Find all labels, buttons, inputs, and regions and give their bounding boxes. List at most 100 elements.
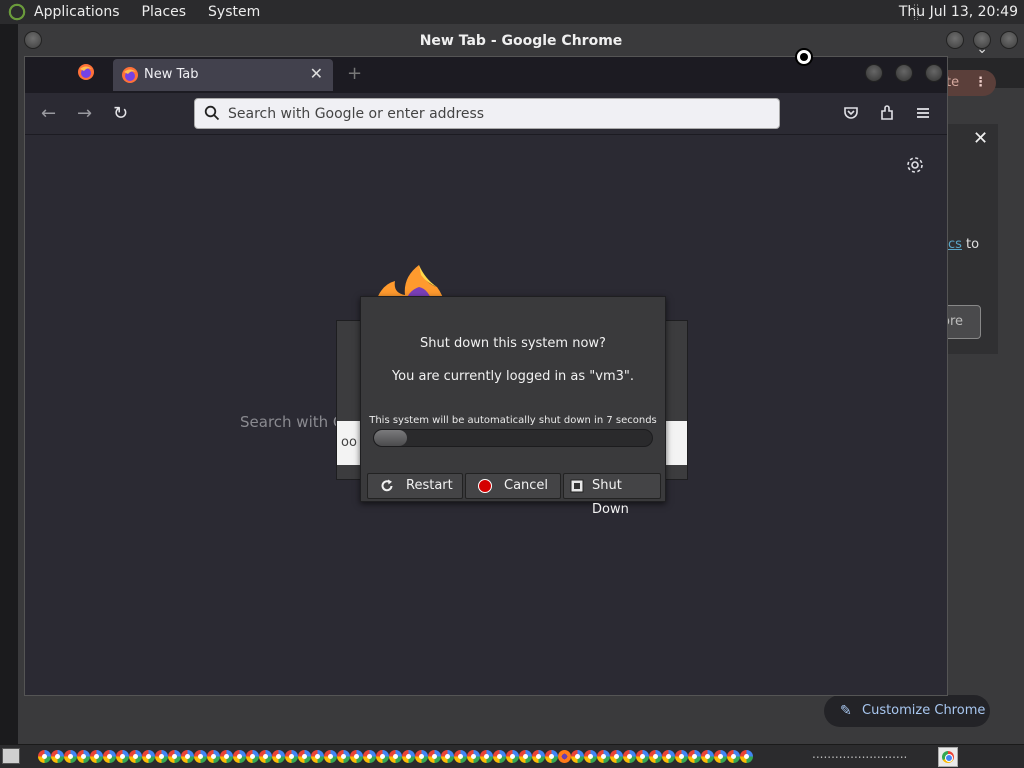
taskbar-chrome-icon[interactable] [155, 750, 168, 763]
taskbar-chrome-icon[interactable] [129, 750, 142, 763]
taskbar-chrome-icon[interactable] [376, 750, 389, 763]
taskbar-chrome-icon[interactable] [662, 750, 675, 763]
taskbar-chrome-icon[interactable] [116, 750, 129, 763]
taskbar-firefox-icon[interactable] [558, 750, 571, 763]
ff-minimize-button[interactable] [865, 64, 883, 82]
taskbar-chrome-icon[interactable] [389, 750, 402, 763]
taskbar-chrome-icon[interactable] [506, 750, 519, 763]
taskbar-chrome-icon[interactable] [337, 750, 350, 763]
taskbar-chrome-icon[interactable] [454, 750, 467, 763]
system-menu[interactable]: System [208, 4, 260, 20]
pocket-icon[interactable] [841, 103, 861, 123]
firefox-toolbar: ← → ↻ Search with Google or enter addres… [25, 93, 947, 135]
taskbar-chrome-icon[interactable] [649, 750, 662, 763]
side-panel-close-icon[interactable]: ✕ [973, 128, 988, 149]
taskbar-chrome-icon[interactable] [480, 750, 493, 763]
forward-arrow-icon[interactable]: → [77, 103, 92, 124]
window-list-overflow: ......................... [812, 747, 908, 761]
taskbar-chrome-icon[interactable] [597, 750, 610, 763]
address-bar[interactable]: Search with Google or enter address [194, 98, 780, 129]
shutdown-label: Shut Down [592, 478, 629, 517]
restart-button[interactable]: Restart [367, 473, 463, 499]
taskbar-chrome-icon[interactable] [220, 750, 233, 763]
window-menu-button[interactable] [24, 31, 42, 49]
mouse-cursor-icon [795, 48, 813, 66]
taskbar-chrome-icon[interactable] [610, 750, 623, 763]
taskbar-chrome-icon[interactable] [194, 750, 207, 763]
customize-chrome-button[interactable]: ✎ Customize Chrome [824, 695, 990, 727]
taskbar-chrome-icon[interactable] [181, 750, 194, 763]
chrome-window-title: New Tab - Google Chrome [419, 33, 623, 49]
side-panel-link[interactable]: cs [948, 237, 962, 252]
taskbar-chrome-icon[interactable] [402, 750, 415, 763]
ff-maximize-button[interactable] [895, 64, 913, 82]
taskbar-chrome-icon[interactable] [142, 750, 155, 763]
shutdown-button[interactable]: Shut Down [563, 473, 661, 517]
taskbar-chrome-icon[interactable] [688, 750, 701, 763]
taskbar-chrome-icon[interactable] [740, 750, 753, 763]
taskbar-chrome-icon[interactable] [623, 750, 636, 763]
taskbar-chrome-icon[interactable] [298, 750, 311, 763]
show-desktop-icon[interactable] [2, 748, 20, 764]
taskbar-chrome-icon[interactable] [532, 750, 545, 763]
taskbar-chrome-icon[interactable] [233, 750, 246, 763]
back-arrow-icon[interactable]: ← [41, 103, 56, 124]
taskbar-chrome-icon[interactable] [701, 750, 714, 763]
firefox-pinned-tab-icon[interactable] [77, 63, 95, 81]
taskbar-chrome-icon[interactable] [467, 750, 480, 763]
close-window-button[interactable] [1000, 31, 1018, 49]
taskbar-chrome-icon[interactable] [493, 750, 506, 763]
ff-close-button[interactable] [925, 64, 943, 82]
taskbar-chrome-icon[interactable] [636, 750, 649, 763]
taskbar-chrome-icon[interactable] [428, 750, 441, 763]
taskbar-chrome-icon[interactable] [571, 750, 584, 763]
taskbar-chrome-icon[interactable] [259, 750, 272, 763]
minimize-button[interactable] [946, 31, 964, 49]
places-menu[interactable]: Places [142, 4, 187, 20]
taskbar-chrome-icon[interactable] [90, 750, 103, 763]
clock[interactable]: Thu Jul 13, 20:49 [899, 4, 1018, 20]
tab-search-chevron-icon[interactable]: ⌄ [976, 41, 988, 57]
taskbar-chrome-icon[interactable] [545, 750, 558, 763]
tray-chrome-icon[interactable] [938, 747, 958, 767]
firefox-icon [122, 67, 138, 83]
more-menu-icon[interactable]: ⋮ [974, 70, 987, 96]
search-box-label[interactable]: Search with G [240, 413, 345, 431]
reload-icon[interactable]: ↻ [113, 103, 128, 124]
side-panel-text: cs to [948, 237, 979, 252]
gear-icon[interactable] [905, 155, 925, 175]
taskbar-chrome-icon[interactable] [168, 750, 181, 763]
customize-chrome-label: Customize Chrome [862, 703, 986, 718]
taskbar-chrome-icon[interactable] [363, 750, 376, 763]
taskbar-chrome-icon[interactable] [324, 750, 337, 763]
taskbar-chrome-icon[interactable] [714, 750, 727, 763]
taskbar-chrome-icon[interactable] [727, 750, 740, 763]
taskbar-chrome-icon[interactable] [64, 750, 77, 763]
taskbar-chrome-icon[interactable] [675, 750, 688, 763]
tab-new-tab[interactable]: New Tab ✕ [113, 59, 333, 91]
chrome-titlebar: New Tab - Google Chrome [18, 24, 1024, 58]
taskbar-chrome-icon[interactable] [272, 750, 285, 763]
applications-menu[interactable]: Applications [34, 4, 120, 20]
tab-close-icon[interactable]: ✕ [310, 64, 323, 83]
cancel-button[interactable]: Cancel [465, 473, 561, 499]
distro-logo-icon[interactable] [6, 1, 28, 23]
cancel-icon [478, 479, 492, 493]
taskbar-chrome-icon[interactable] [51, 750, 64, 763]
taskbar-chrome-icon[interactable] [207, 750, 220, 763]
taskbar-chrome-icon[interactable] [246, 750, 259, 763]
taskbar-chrome-icon[interactable] [415, 750, 428, 763]
new-tab-plus-icon[interactable]: + [347, 63, 362, 84]
taskbar-chrome-icon[interactable] [103, 750, 116, 763]
hamburger-menu-icon[interactable] [913, 103, 933, 123]
taskbar-chrome-icon[interactable] [519, 750, 532, 763]
taskbar-chrome-icon[interactable] [441, 750, 454, 763]
taskbar-chrome-icon[interactable] [311, 750, 324, 763]
extensions-icon[interactable] [877, 103, 897, 123]
taskbar-chrome-icon[interactable] [285, 750, 298, 763]
taskbar-chrome-icon[interactable] [584, 750, 597, 763]
dialog-logged-in-text: You are currently logged in as "vm3". [391, 369, 635, 384]
taskbar-chrome-icon[interactable] [38, 750, 51, 763]
taskbar-chrome-icon[interactable] [77, 750, 90, 763]
taskbar-chrome-icon[interactable] [350, 750, 363, 763]
